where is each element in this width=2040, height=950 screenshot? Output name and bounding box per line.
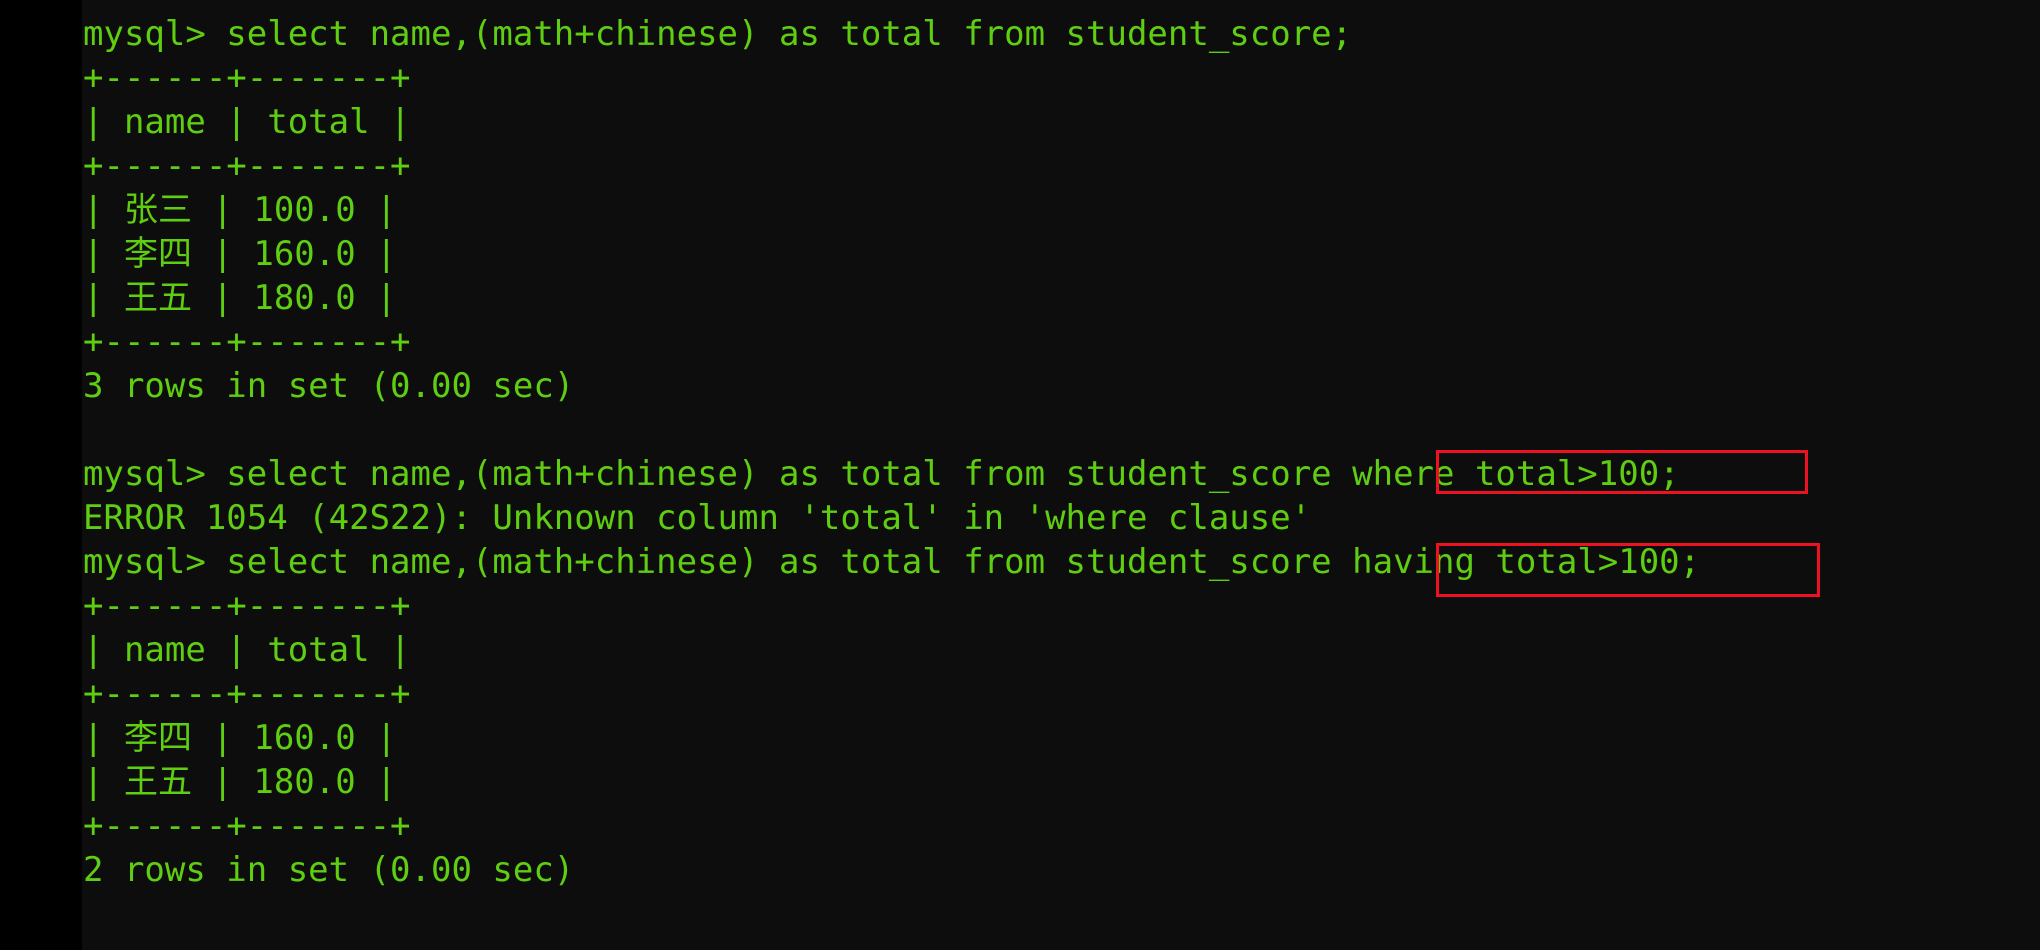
terminal-line-rule-mid-2: +------+-------+	[83, 674, 411, 714]
terminal-line-query-1: mysql> select name,(math+chinese) as tot…	[83, 14, 1353, 54]
table-row: | 李四 | 160.0 |	[83, 234, 397, 274]
table-row: | 张三 | 100.0 |	[83, 190, 397, 230]
terminal-line-query-2: mysql> select name,(math+chinese) as tot…	[83, 454, 1680, 494]
terminal-line-status-1: 3 rows in set (0.00 sec)	[83, 366, 575, 406]
terminal-line-rule-bot-2: +------+-------+	[83, 806, 411, 846]
terminal-window[interactable]: mysql> select name,(math+chinese) as tot…	[82, 0, 2040, 950]
terminal-line-rule-top-1: +------+-------+	[83, 58, 411, 98]
terminal-console-output: mysql> select name,(math+chinese) as tot…	[83, 12, 2033, 892]
terminal-line-header-2: | name | total |	[83, 630, 411, 670]
terminal-line-query-3: mysql> select name,(math+chinese) as tot…	[83, 542, 1701, 582]
terminal-line-error: ERROR 1054 (42S22): Unknown column 'tota…	[83, 498, 1312, 538]
left-gutter	[0, 0, 82, 950]
table-row: | 李四 | 160.0 |	[83, 718, 397, 758]
terminal-line-header-1: | name | total |	[83, 102, 411, 142]
terminal-line-status-2: 2 rows in set (0.00 sec)	[83, 850, 575, 890]
terminal-screenshot: mysql> select name,(math+chinese) as tot…	[0, 0, 2040, 950]
terminal-line-rule-bot-1: +------+-------+	[83, 322, 411, 362]
terminal-line-rule-mid-1: +------+-------+	[83, 146, 411, 186]
table-row: | 王五 | 180.0 |	[83, 278, 397, 318]
table-row: | 王五 | 180.0 |	[83, 762, 397, 802]
terminal-line-rule-top-2: +------+-------+	[83, 586, 411, 626]
